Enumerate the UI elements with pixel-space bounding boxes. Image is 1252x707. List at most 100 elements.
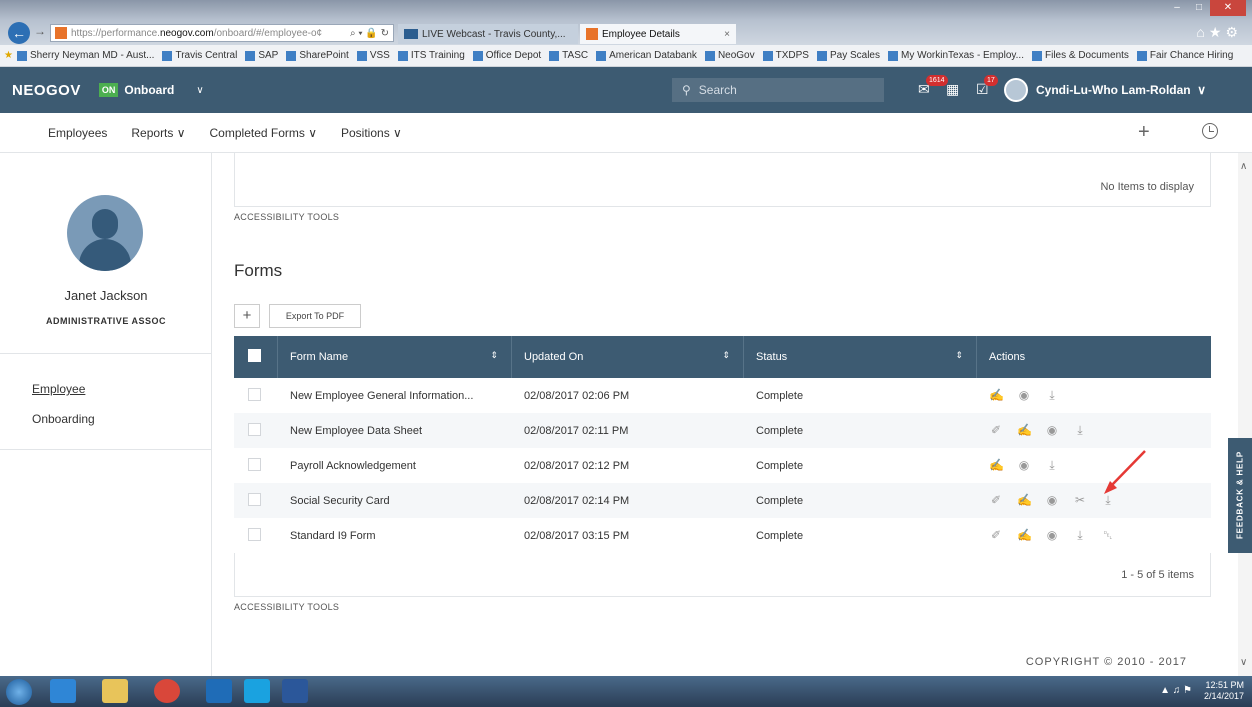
column-updated-on[interactable]: Updated On ⇕ [512, 336, 744, 378]
nav-positions[interactable]: Positions ∨ [341, 126, 402, 140]
edit-pencil-icon[interactable]: ✐ [989, 493, 1003, 507]
system-clock[interactable]: 12:51 PM 2/14/2017 [1204, 680, 1244, 702]
close-window-icon[interactable]: ✕ [1210, 0, 1246, 16]
favorites-star-icon[interactable]: ★ [1209, 24, 1226, 40]
view-eye-icon[interactable]: ◉ [1045, 423, 1059, 437]
tab-employee-details[interactable]: Employee Details × [580, 24, 736, 44]
nav-reports[interactable]: Reports ∨ [131, 126, 185, 140]
favorite-link[interactable]: American Databank [596, 50, 697, 61]
sign-icon[interactable]: ✍ [1017, 493, 1032, 507]
chrome-icon[interactable] [154, 679, 180, 703]
nav-employees[interactable]: Employees [48, 126, 107, 140]
outlook-icon[interactable] [206, 679, 232, 703]
add-icon[interactable]: + [1138, 121, 1150, 144]
edit-pencil-icon[interactable]: ✐ [989, 528, 1003, 542]
column-form-name[interactable]: Form Name ⇕ [278, 336, 512, 378]
sort-icon[interactable]: ⇕ [722, 350, 730, 361]
favorite-link[interactable]: TASC [549, 50, 588, 61]
add-form-button[interactable]: + [234, 304, 260, 328]
view-eye-icon[interactable]: ◉ [1045, 493, 1059, 507]
attachment-icon[interactable]: ✂ [1073, 493, 1087, 507]
table-row[interactable]: Standard I9 Form 02/08/2017 03:15 PM Compl… [234, 518, 1211, 553]
sidebar-item-onboarding[interactable]: Onboarding [32, 412, 95, 426]
inbox-icon[interactable]: ✉ 1614 [918, 75, 948, 98]
address-bar[interactable]: https://performance. neogov.com/onboard/#… [50, 24, 394, 42]
minimize-icon[interactable]: – [1166, 0, 1188, 16]
history-clock-icon[interactable] [1202, 123, 1218, 139]
favorite-link[interactable]: Office Depot [472, 50, 541, 61]
scrollbar[interactable]: ∧ ∨ [1238, 153, 1252, 676]
view-eye-icon[interactable]: ◉ [1045, 528, 1059, 542]
nav-completed-forms[interactable]: Completed Forms ∨ [210, 126, 317, 140]
view-eye-icon[interactable]: ◉ [1017, 458, 1031, 472]
chevron-up-icon[interactable]: ∧ [1240, 161, 1247, 172]
favorite-link[interactable]: VSS [356, 50, 390, 61]
select-all-checkbox[interactable] [248, 349, 261, 362]
maximize-icon[interactable]: □ [1188, 0, 1210, 16]
row-checkbox[interactable] [248, 422, 261, 436]
favorite-link[interactable]: ITS Training [397, 50, 465, 61]
favorite-link[interactable]: TXDPS [762, 50, 809, 61]
table-row[interactable]: Social Security Card 02/08/2017 02:14 PM C… [234, 483, 1211, 518]
chevron-down-icon[interactable]: ∨ [196, 85, 203, 96]
accessibility-tools-link[interactable]: ACCESSIBILITY TOOLS [234, 602, 339, 612]
chevron-down-icon[interactable]: ∨ [1240, 657, 1247, 668]
edit-pencil-icon[interactable]: ✐ [989, 423, 1003, 437]
sign-icon[interactable]: ✍ [989, 388, 1004, 402]
file-explorer-icon[interactable] [102, 679, 128, 703]
favorite-link[interactable]: SharePoint [286, 50, 349, 61]
column-status[interactable]: Status ⇕ [744, 336, 977, 378]
brand-logo[interactable]: NEOGOV [12, 82, 81, 99]
row-checkbox[interactable] [248, 527, 261, 541]
view-eye-icon[interactable]: ◉ [1017, 388, 1031, 402]
user-menu[interactable]: Cyndi-Lu-Who Lam-Roldan ∨ [1036, 83, 1206, 97]
tasks-icon[interactable]: ☑ 17 [976, 75, 998, 98]
download-icon[interactable]: ⤓ [1073, 423, 1087, 438]
download-icon[interactable]: ⤓ [1045, 458, 1059, 473]
favorite-link[interactable]: Files & Documents [1032, 50, 1129, 61]
table-row[interactable]: New Employee Data Sheet 02/08/2017 02:11 … [234, 413, 1211, 448]
forward-button[interactable]: → [34, 24, 46, 38]
search-input[interactable]: ⚲ Search [672, 78, 884, 102]
favorite-link[interactable]: NeoGov [704, 50, 755, 61]
row-checkbox[interactable] [248, 387, 261, 401]
avatar[interactable] [1004, 78, 1028, 102]
download-icon[interactable]: ⤓ [1045, 388, 1059, 403]
table-row[interactable]: Payroll Acknowledgement 02/08/2017 02:12 … [234, 448, 1211, 483]
sign-icon[interactable]: ✍ [1017, 528, 1032, 542]
favorite-link[interactable]: Sherry Neyman MD - Aust... [16, 50, 154, 61]
download-icon[interactable]: ⤓ [1073, 528, 1087, 543]
tab-webcast[interactable]: LIVE Webcast - Travis County,... [398, 24, 578, 44]
sign-icon[interactable]: ✍ [989, 458, 1004, 472]
sidebar-item-employee[interactable]: Employee [32, 382, 85, 396]
feedback-help-tab[interactable]: FEEDBACK & HELP [1228, 438, 1252, 553]
address-bar-icons[interactable]: ⌕ ▾ 🔒 ↻ [350, 28, 393, 39]
back-button[interactable]: ← [8, 22, 30, 44]
sort-icon[interactable]: ⇕ [490, 350, 498, 361]
calendar-icon[interactable]: ▦ [946, 81, 959, 98]
favorite-link[interactable]: Travis Central [162, 50, 237, 61]
sign-icon[interactable]: ✍ [1017, 423, 1032, 437]
internet-explorer-icon[interactable] [50, 679, 76, 703]
product-switcher[interactable]: Onboard [124, 83, 174, 97]
system-tray-icons[interactable]: ▲ ♫ ⚑ [1160, 685, 1192, 696]
column-actions: Actions [989, 351, 1026, 363]
table-row[interactable]: New Employee General Information... 02/08… [234, 378, 1211, 413]
start-button-icon[interactable] [6, 679, 32, 705]
row-checkbox[interactable] [248, 457, 261, 471]
settings-gear-icon[interactable]: ⚙ [1225, 24, 1242, 40]
sort-icon[interactable]: ⇕ [955, 350, 963, 361]
favorites-star-icon[interactable]: ★ [4, 50, 13, 61]
export-pdf-button[interactable]: Export To PDF [269, 304, 361, 328]
home-icon[interactable]: ⌂ [1196, 24, 1208, 40]
favorite-link[interactable]: Pay Scales [816, 50, 880, 61]
close-tab-icon[interactable]: × [724, 29, 730, 40]
accessibility-tools-link[interactable]: ACCESSIBILITY TOOLS [234, 212, 339, 222]
row-checkbox[interactable] [248, 492, 261, 506]
word-icon[interactable] [282, 679, 308, 703]
favorite-link[interactable]: SAP [245, 50, 278, 61]
skype-icon[interactable] [244, 679, 270, 703]
favorite-link[interactable]: Fair Chance Hiring [1136, 50, 1233, 61]
favorite-link[interactable]: My WorkinTexas - Employ... [888, 50, 1024, 61]
delete-trash-icon[interactable]: ␡ [1101, 528, 1115, 543]
